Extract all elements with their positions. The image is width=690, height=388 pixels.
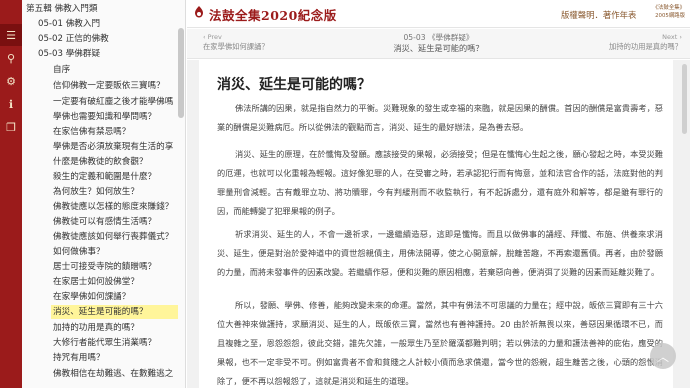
tree-item[interactable]: 信仰佛教一定要販依三寶嗎？ [53,79,178,93]
logo-icon [195,6,203,18]
gear-icon[interactable]: ⚙ [0,70,22,92]
next-label: Next › [662,33,682,41]
tree-item-05-02[interactable]: 05-02 正信的佛教 [38,32,178,46]
tree-item[interactable]: 在家居士如何設佛堂？ [53,275,178,289]
toc-sidebar: 第五輯 佛教入門類 05-01 佛教入門 05-02 正信的佛教 05-03 學… [22,0,186,388]
copy-icon[interactable]: ❐ [0,116,22,138]
tree-item[interactable]: 佛教相信在劫難逃、在數難逃之 [53,367,178,381]
info-icon[interactable]: ℹ [0,93,22,115]
tree-item[interactable]: 什麼是佛教徒的飲食觀？ [53,155,178,169]
tree-item[interactable]: 為何放生？如何放生？ [53,185,178,199]
search-icon[interactable]: ⚲ [0,47,22,69]
tree-item-selected[interactable]: 消災、延生是可能的嗎？ [51,305,178,319]
app-header: 法鼓全集2020紀念版 版權聲明．著作年表 《法鼓全集》 2005網路版 [187,0,690,28]
tree-item[interactable]: 殺生的定義和範圍是什麼？ [53,170,178,184]
content-scrollbar[interactable] [682,64,687,134]
tree-item[interactable]: 佛教徒應以怎樣的態度來賺錢？ [53,200,178,214]
edition-badge: 《法鼓全集》 2005網路版 [652,5,685,19]
prev-label: ‹ Prev [203,33,222,41]
tree-item[interactable]: 如何做佛事？ [53,245,178,259]
tree-item[interactable]: 加持的功用是真的嗎？ [53,321,178,335]
tree-item-05-01[interactable]: 05-01 佛教入門 [38,17,178,31]
article-paragraph: 佛法所講的因果，就是指自然力的平衡。災難現象的發生或幸福的來臨，就是因果的酬償。… [217,103,663,132]
chapter-navbar: 05-03 《學佛群疑》 消災、延生是可能的嗎？ ‹ Prev 在家學佛如何課誦… [187,29,690,59]
prev-title: 在家學佛如何課誦？ [203,42,269,51]
tree-item[interactable]: 佛教徒應該如何舉行喪葬儀式？ [53,230,178,244]
content-area: 消災、延生是可能的嗎？ 佛法所講的因果，就是指自然力的平衡。災難現象的發生或幸福… [187,60,690,388]
tree-item[interactable]: 在家信佛有禁忌嗎？ [53,125,178,139]
chevron-right-icon: › [677,33,682,41]
tree-item-volume[interactable]: 第五輯 佛教入門類 [26,2,176,16]
tree-item[interactable]: 學佛也需要知識和學問嗎？ [53,110,178,124]
copyright-link[interactable]: 版權聲明．著作年表 [561,9,636,21]
tree-item[interactable]: 大修行者能代眾生消業嗎？ [53,336,178,350]
chevron-up-icon: ︿ [656,349,669,364]
tree-scrollbar[interactable] [178,28,184,118]
menu-icon[interactable]: ☰ [0,24,22,46]
next-link[interactable]: Next › 加持的功用是真的嗎？ [609,33,682,51]
brand-title[interactable]: 法鼓全集2020紀念版 [209,5,337,24]
tree-item-05-03[interactable]: 05-03 學佛群疑 [38,47,178,61]
article-page: 消災、延生是可能的嗎？ 佛法所講的因果，就是指自然力的平衡。災難現象的發生或幸福… [199,60,673,388]
tree-item[interactable]: 持咒有用嗎？ [53,351,178,365]
next-title: 加持的功用是真的嗎？ [609,42,682,51]
article-paragraph: 所以，發願、學佛、修善，能夠改變未來的命運。當然，其中有佛法不可思議的力量在；經… [217,300,663,386]
tree-item[interactable]: 佛教徒可以有感情生活嗎？ [53,215,178,229]
tree-item-preface[interactable]: 自序 [53,63,178,77]
tree-item[interactable]: 在家學佛如何課誦？ [53,290,178,304]
article-title: 消災、延生是可能的嗎？ [217,77,371,93]
prev-link[interactable]: ‹ Prev 在家學佛如何課誦？ [203,33,269,51]
scroll-top-button[interactable]: ︿ [650,343,676,369]
tree-item[interactable]: 居士可接受寺院的饋贈嗎？ [53,260,178,274]
tree-item[interactable]: 學佛是否必須放棄現有生活的享 [53,140,178,154]
icon-rail: ☰ ⚲ ⚙ ℹ ❐ [0,0,22,388]
article-paragraph: 消災、延生的原理，在於懺悔及發願。應該接受的果報，必須接受；但是在懺悔心生起之後… [217,149,663,216]
tree-item[interactable]: 一定要有破紅塵之後才能學佛嗎 [53,95,178,109]
article-paragraph: 祈求消災、延生的人，不會一邊祈求，一邊繼續造惡，這即是懺悔。而且以做佛事的誦經、… [217,229,663,277]
